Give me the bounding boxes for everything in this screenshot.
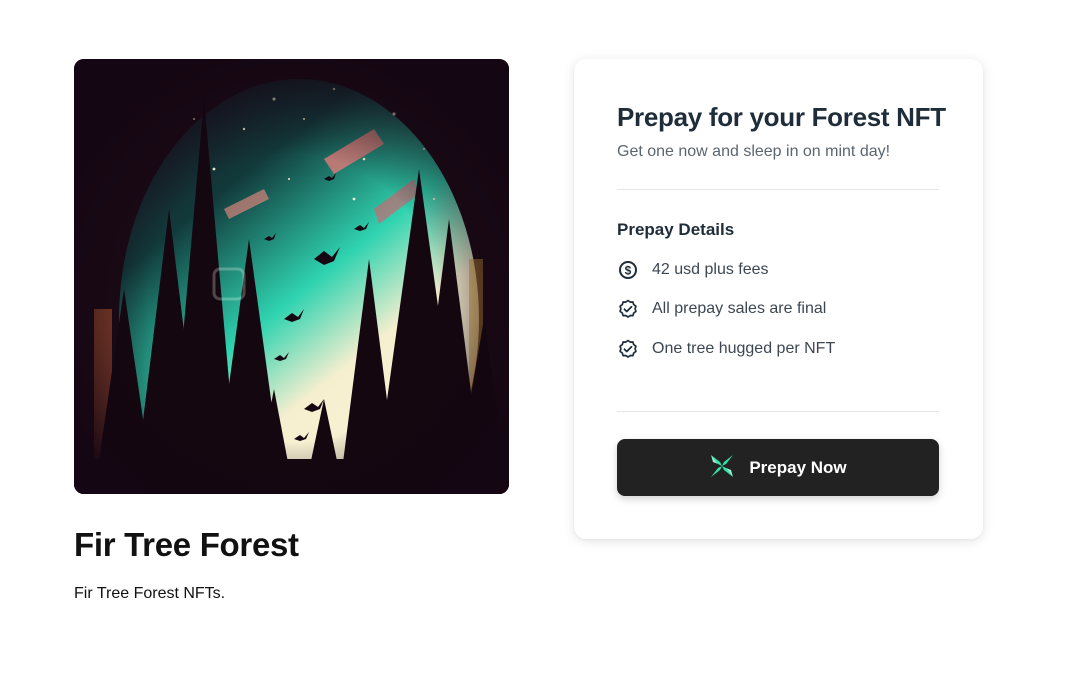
detail-item-tree-hug: One tree hugged per NFT [617,338,835,360]
detail-label: 42 usd plus fees [652,261,769,278]
prepay-now-label: Prepay Now [749,457,847,477]
details-heading: Prepay Details [617,220,735,239]
svg-text:$: $ [624,264,631,278]
divider [617,189,939,190]
divider [617,411,939,412]
x-logo-icon [709,453,735,482]
detail-item-final-sales: All prepay sales are final [617,298,826,320]
prepay-card: Prepay for your Forest NFT Get one now a… [574,59,983,539]
detail-label: One tree hugged per NFT [652,340,836,357]
prepay-now-button[interactable]: Prepay Now [617,439,939,496]
card-subtitle: Get one now and sleep in on mint day! [617,143,891,160]
check-badge-icon [617,339,638,360]
check-badge-icon [617,299,638,320]
page: Fir Tree Forest Fir Tree Forest NFTs. Pr… [0,0,1066,675]
card-title: Prepay for your Forest NFT [617,102,946,132]
product-title: Fir Tree Forest [74,526,299,563]
detail-item-price: $ 42 usd plus fees [617,259,769,281]
detail-label: All prepay sales are final [652,300,827,317]
product-description: Fir Tree Forest NFTs. [74,585,226,602]
nft-artwork-image [74,59,509,494]
dollar-circle-icon: $ [617,260,638,281]
